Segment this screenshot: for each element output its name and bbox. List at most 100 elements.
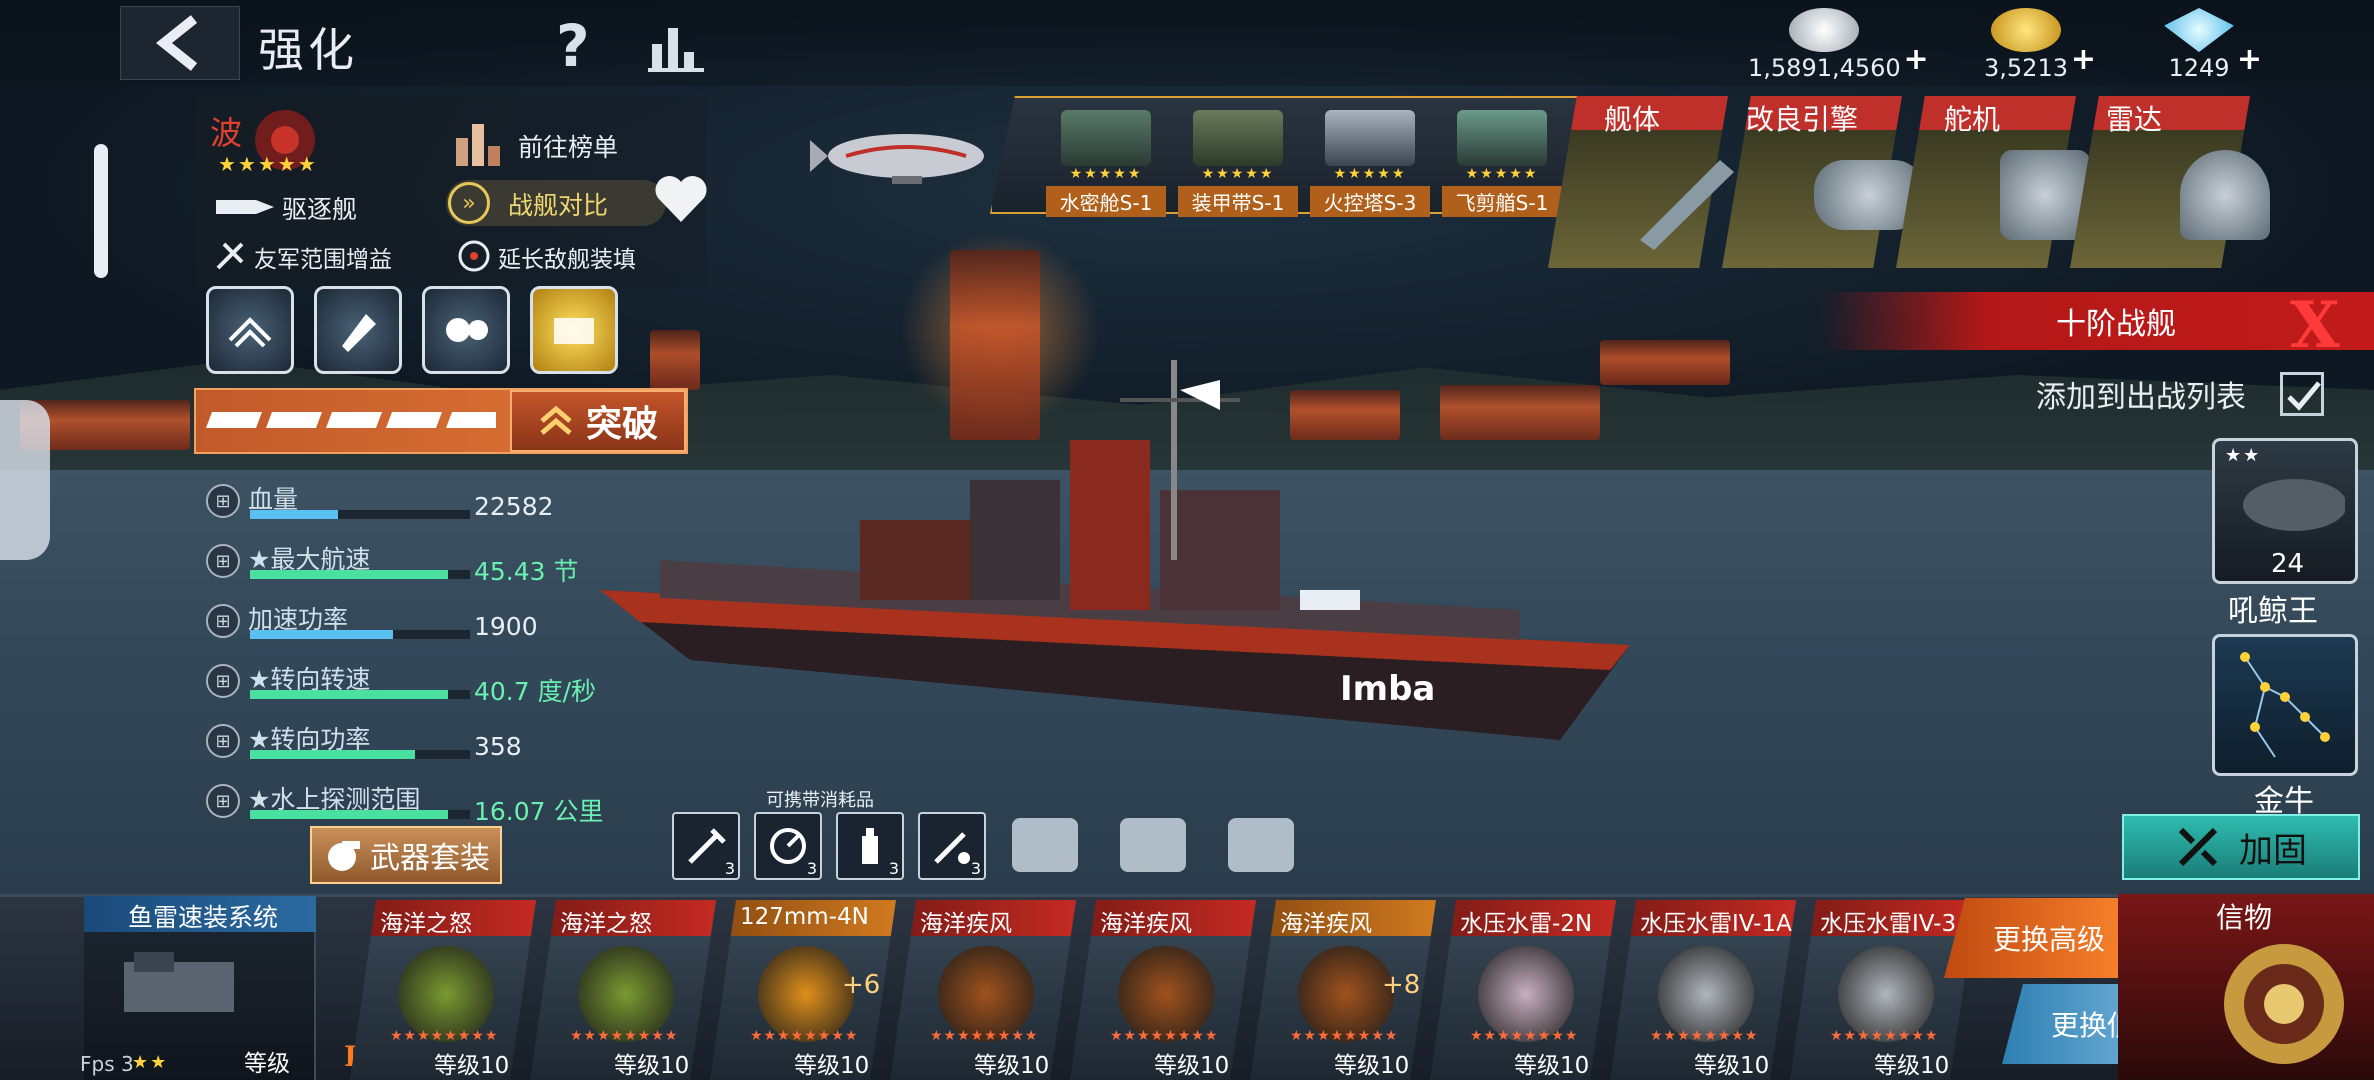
skill-extend-enemy-reload: 延长敌舰装填 [498, 247, 636, 273]
stat-gear-icon: ⊞ [206, 724, 240, 758]
ranking-icon[interactable] [648, 24, 704, 72]
stat-gear-icon: ⊞ [206, 664, 240, 698]
view-ship-eye-icon[interactable] [1120, 818, 1186, 872]
equip-label: 水密舱S-1 [1046, 186, 1166, 217]
diamond-icon [2164, 8, 2234, 52]
radar-sweep-icon [770, 828, 806, 864]
stat-bar [250, 690, 470, 699]
weapon-name: 水压水雷-2N [1460, 911, 1593, 937]
consumable-extinguisher[interactable]: 3 [836, 812, 904, 880]
relic-card[interactable]: 信物 [2118, 894, 2374, 1080]
stat-bar [250, 570, 470, 579]
commander-card[interactable]: ★★ 24 [2212, 438, 2358, 584]
weapon-suit-button[interactable]: 武器套装 [310, 826, 502, 884]
weapon-slot[interactable]: 海洋之怒 ★★★★★★★★ 等级10 [530, 900, 716, 1080]
upgrade-label: 改良引擎 [1746, 103, 1859, 136]
silver-currency[interactable]: 1,5891,4560 + [1748, 8, 1929, 82]
reinforce-button[interactable]: 加固 [2122, 814, 2360, 880]
fps-label: Fps 3 [80, 1052, 134, 1076]
breakthrough-button[interactable]: 突破 [510, 390, 686, 452]
swap-higher-label: 更换高级 [1992, 923, 2105, 956]
stat-value: 45.43 节 [474, 557, 579, 586]
silver-coin-icon [1789, 8, 1860, 52]
stat-turn-power: ⊞ ★转向功率 358 [206, 724, 522, 761]
clipper-bow-icon [1457, 110, 1547, 166]
weapon-stars: ★★★★★★★★ [570, 1028, 679, 1044]
leaderboard-icon [456, 124, 500, 166]
commander-level: 24 [2271, 549, 2305, 579]
consumable-repair[interactable]: 3 [672, 812, 740, 880]
equip-clipper-bow[interactable]: ★★★★★ 飞剪艏S-1 [1442, 110, 1562, 217]
page-title: 强化 [258, 23, 358, 77]
stat-value: 1900 [474, 612, 538, 641]
stat-value: 22582 [474, 492, 554, 521]
upgrade-label: 舰体 [1604, 103, 1661, 136]
weapon-slot[interactable]: 水压水雷IV-1A ★★★★★★★★ 等级10 [1610, 900, 1796, 1080]
weapon-slot[interactable]: 海洋疾风 +8 ★★★★★★★★ 等级10 [1250, 900, 1436, 1080]
weapon-bonus: +6 [842, 970, 881, 1000]
skill-ally-range-buff: 友军范围增益 [254, 247, 392, 273]
equip-stars: ★★★★★ [1465, 166, 1539, 182]
weapon-name: 水压水雷IV-3A [1820, 911, 1972, 937]
add-silver-icon[interactable]: + [1904, 42, 1929, 77]
scroll-handle[interactable] [94, 144, 108, 278]
equip-watertight[interactable]: ★★★★★ 水密舱S-1 [1046, 110, 1166, 217]
gold-currency[interactable]: 3,5213 + [1984, 8, 2096, 82]
torpedo-system-stars: ★★ [132, 1052, 169, 1073]
armor-belt-icon [1193, 110, 1283, 166]
skill-row [206, 286, 618, 374]
weapon-slot[interactable]: 水压水雷-2N ★★★★★★★★ 等级10 [1430, 900, 1616, 1080]
weapon-level: 等级10 [1874, 1053, 1950, 1079]
help-icon[interactable]: ? [556, 12, 590, 80]
ship-image: Imba [600, 360, 1630, 740]
weapon-slot[interactable]: 海洋之怒 ★★★★★★★★ 等级10 [350, 900, 536, 1080]
weapon-level: 等级10 [614, 1053, 690, 1079]
leaderboard-link[interactable]: 前往榜单 [518, 128, 618, 164]
weapon-slot[interactable]: 水压水雷IV-3A ★★★★★★★★ 等级10 [1790, 900, 1976, 1080]
skill-shell-icon[interactable] [314, 286, 402, 374]
weapon-slot[interactable]: 127mm-4N +6 ★★★★★★★★ 等级10 [710, 900, 896, 1080]
weapon-slot[interactable]: 海洋疾风 ★★★★★★★★ 等级10 [890, 900, 1076, 1080]
stat-value: 16.07 公里 [474, 797, 604, 826]
ally-buff-icon [216, 242, 244, 270]
stat-value: 358 [474, 732, 522, 761]
diamond-currency[interactable]: 1249 + [2164, 8, 2262, 82]
side-drawer-handle[interactable] [0, 400, 50, 560]
equip-armor-belt[interactable]: ★★★★★ 装甲带S-1 [1178, 110, 1298, 217]
skill-bonus-icon[interactable] [530, 286, 618, 374]
chevron-up-icon [540, 405, 572, 435]
weapon-slot[interactable]: 海洋疾风 ★★★★★★★★ 等级10 [1070, 900, 1256, 1080]
gold-coin-icon [1990, 8, 2061, 52]
hull-icon [1640, 160, 1734, 250]
equip-label: 火控塔S-3 [1310, 186, 1430, 217]
weapon-level: 等级10 [1694, 1053, 1770, 1079]
reinforce-label: 加固 [2239, 830, 2307, 871]
equip-fire-control[interactable]: ★★★★★ 火控塔S-3 [1310, 110, 1430, 217]
consumable-count: 3 [970, 859, 981, 878]
consumable-radar[interactable]: 3 [754, 812, 822, 880]
add-gold-icon[interactable]: + [2071, 42, 2096, 77]
share-ship-icon[interactable] [1012, 818, 1078, 872]
cannon-icon [328, 841, 360, 871]
switch-ship-icon[interactable] [1228, 818, 1294, 872]
consumable-repair-kit[interactable]: 3 [918, 812, 986, 880]
torpedo-system-level: 等级10 [244, 1051, 290, 1080]
add-to-battle-list-checkbox[interactable] [2280, 372, 2324, 416]
ship-logo: Imba [1340, 669, 1435, 709]
torpedo-system-title: 鱼雷速装系统 [128, 903, 279, 932]
favorite-heart-icon[interactable] [652, 172, 710, 226]
skill-radar-icon[interactable] [206, 286, 294, 374]
constellation-card[interactable] [2212, 634, 2358, 776]
silver-value: 1,5891,4560 [1748, 54, 1901, 82]
compare-icon: » [448, 182, 490, 224]
weapon-level: 等级10 [1514, 1053, 1590, 1079]
radar-icon [2180, 150, 2270, 240]
back-arrow-icon [155, 15, 198, 71]
back-button[interactable] [120, 6, 240, 80]
ship-name: 波 [210, 114, 243, 152]
stat-gear-icon: ⊞ [206, 604, 240, 638]
skill-camera-icon[interactable] [422, 286, 510, 374]
stat-value: 40.7 度/秒 [474, 677, 597, 706]
add-diamond-icon[interactable]: + [2237, 42, 2262, 77]
stat-bar [250, 810, 470, 819]
